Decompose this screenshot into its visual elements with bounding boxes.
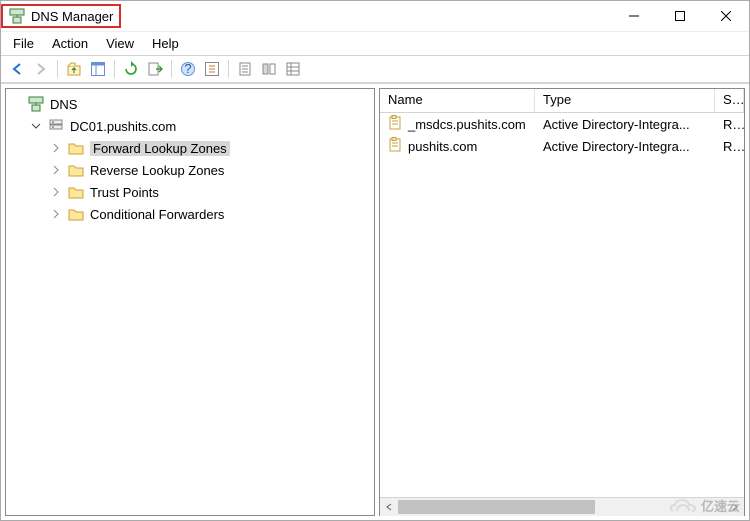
tree-server[interactable]: DC01.pushits.com — [26, 115, 374, 137]
server-icon — [48, 118, 64, 134]
cell-name: pushits.com — [408, 139, 477, 154]
folder-icon — [68, 184, 84, 200]
toolbar: ? — [1, 55, 749, 83]
folder-icon — [68, 162, 84, 178]
tree-label: Reverse Lookup Zones — [90, 163, 224, 178]
tree-label: Trust Points — [90, 185, 159, 200]
scroll-thumb[interactable] — [398, 500, 595, 514]
scroll-left-icon[interactable] — [380, 498, 398, 516]
cell-type: Active Directory-Integra... — [535, 115, 715, 134]
tree-pane[interactable]: DNS DC01.pushits.com — [5, 88, 375, 516]
menubar: File Action View Help — [1, 31, 749, 55]
toolbar-show-hide-button[interactable] — [86, 57, 110, 81]
window: DNS Manager File Action View Help — [0, 0, 750, 521]
folder-icon — [68, 140, 84, 156]
list-pane: Name Type Sta _msdcs.pushits.com Active … — [379, 88, 745, 516]
cell-status: Ru — [715, 115, 744, 134]
toolbar-forward-button[interactable] — [29, 57, 53, 81]
toolbar-back-button[interactable] — [5, 57, 29, 81]
menu-action[interactable]: Action — [52, 36, 88, 51]
toolbar-help-button[interactable]: ? — [176, 57, 200, 81]
tree-trust-points[interactable]: Trust Points — [46, 181, 374, 203]
toolbar-refresh-button[interactable] — [119, 57, 143, 81]
zone-icon — [388, 115, 404, 134]
dns-root-icon — [28, 96, 44, 112]
chevron-down-icon[interactable] — [30, 120, 42, 132]
body: DNS DC01.pushits.com — [1, 83, 749, 520]
title-highlight: DNS Manager — [1, 4, 121, 28]
folder-icon — [68, 206, 84, 222]
list-header: Name Type Sta — [380, 89, 744, 113]
list-row[interactable]: pushits.com Active Directory-Integra... … — [380, 135, 744, 157]
dns-icon — [9, 8, 25, 24]
col-status[interactable]: Sta — [715, 89, 744, 112]
tree-forward-lookup-zones[interactable]: Forward Lookup Zones — [46, 137, 374, 159]
col-type[interactable]: Type — [535, 89, 715, 112]
chevron-right-icon[interactable] — [50, 164, 62, 176]
menu-help[interactable]: Help — [152, 36, 179, 51]
close-button[interactable] — [703, 1, 749, 31]
maximize-button[interactable] — [657, 1, 703, 31]
watermark: 亿速云 — [669, 496, 740, 515]
watermark-text: 亿速云 — [701, 496, 740, 515]
list-body[interactable]: _msdcs.pushits.com Active Directory-Inte… — [380, 113, 744, 497]
svg-text:?: ? — [184, 61, 191, 76]
menu-view[interactable]: View — [106, 36, 134, 51]
minimize-button[interactable] — [611, 1, 657, 31]
list-row[interactable]: _msdcs.pushits.com Active Directory-Inte… — [380, 113, 744, 135]
zone-icon — [388, 137, 404, 156]
titlebar: DNS Manager — [1, 1, 749, 31]
tree-reverse-lookup-zones[interactable]: Reverse Lookup Zones — [46, 159, 374, 181]
toolbar-new-zone-button[interactable] — [200, 57, 224, 81]
tree-conditional-forwarders[interactable]: Conditional Forwarders — [46, 203, 374, 225]
cell-name: _msdcs.pushits.com — [408, 117, 526, 132]
chevron-right-icon[interactable] — [50, 186, 62, 198]
toolbar-item3-button[interactable] — [281, 57, 305, 81]
tree-label: DC01.pushits.com — [70, 119, 176, 134]
tree-label: Forward Lookup Zones — [90, 141, 230, 156]
cell-type: Active Directory-Integra... — [535, 137, 715, 156]
tree-label: DNS — [50, 97, 77, 112]
cell-status: Ru — [715, 137, 744, 156]
col-name[interactable]: Name — [380, 89, 535, 112]
window-controls — [611, 1, 749, 31]
chevron-right-icon[interactable] — [50, 142, 62, 154]
toolbar-export-button[interactable] — [143, 57, 167, 81]
tree-root-dns[interactable]: DNS — [6, 93, 374, 115]
menu-file[interactable]: File — [13, 36, 34, 51]
toolbar-up-button[interactable] — [62, 57, 86, 81]
toolbar-item2-button[interactable] — [257, 57, 281, 81]
chevron-right-icon[interactable] — [50, 208, 62, 220]
toolbar-item1-button[interactable] — [233, 57, 257, 81]
window-title: DNS Manager — [31, 9, 113, 24]
tree-label: Conditional Forwarders — [90, 207, 224, 222]
